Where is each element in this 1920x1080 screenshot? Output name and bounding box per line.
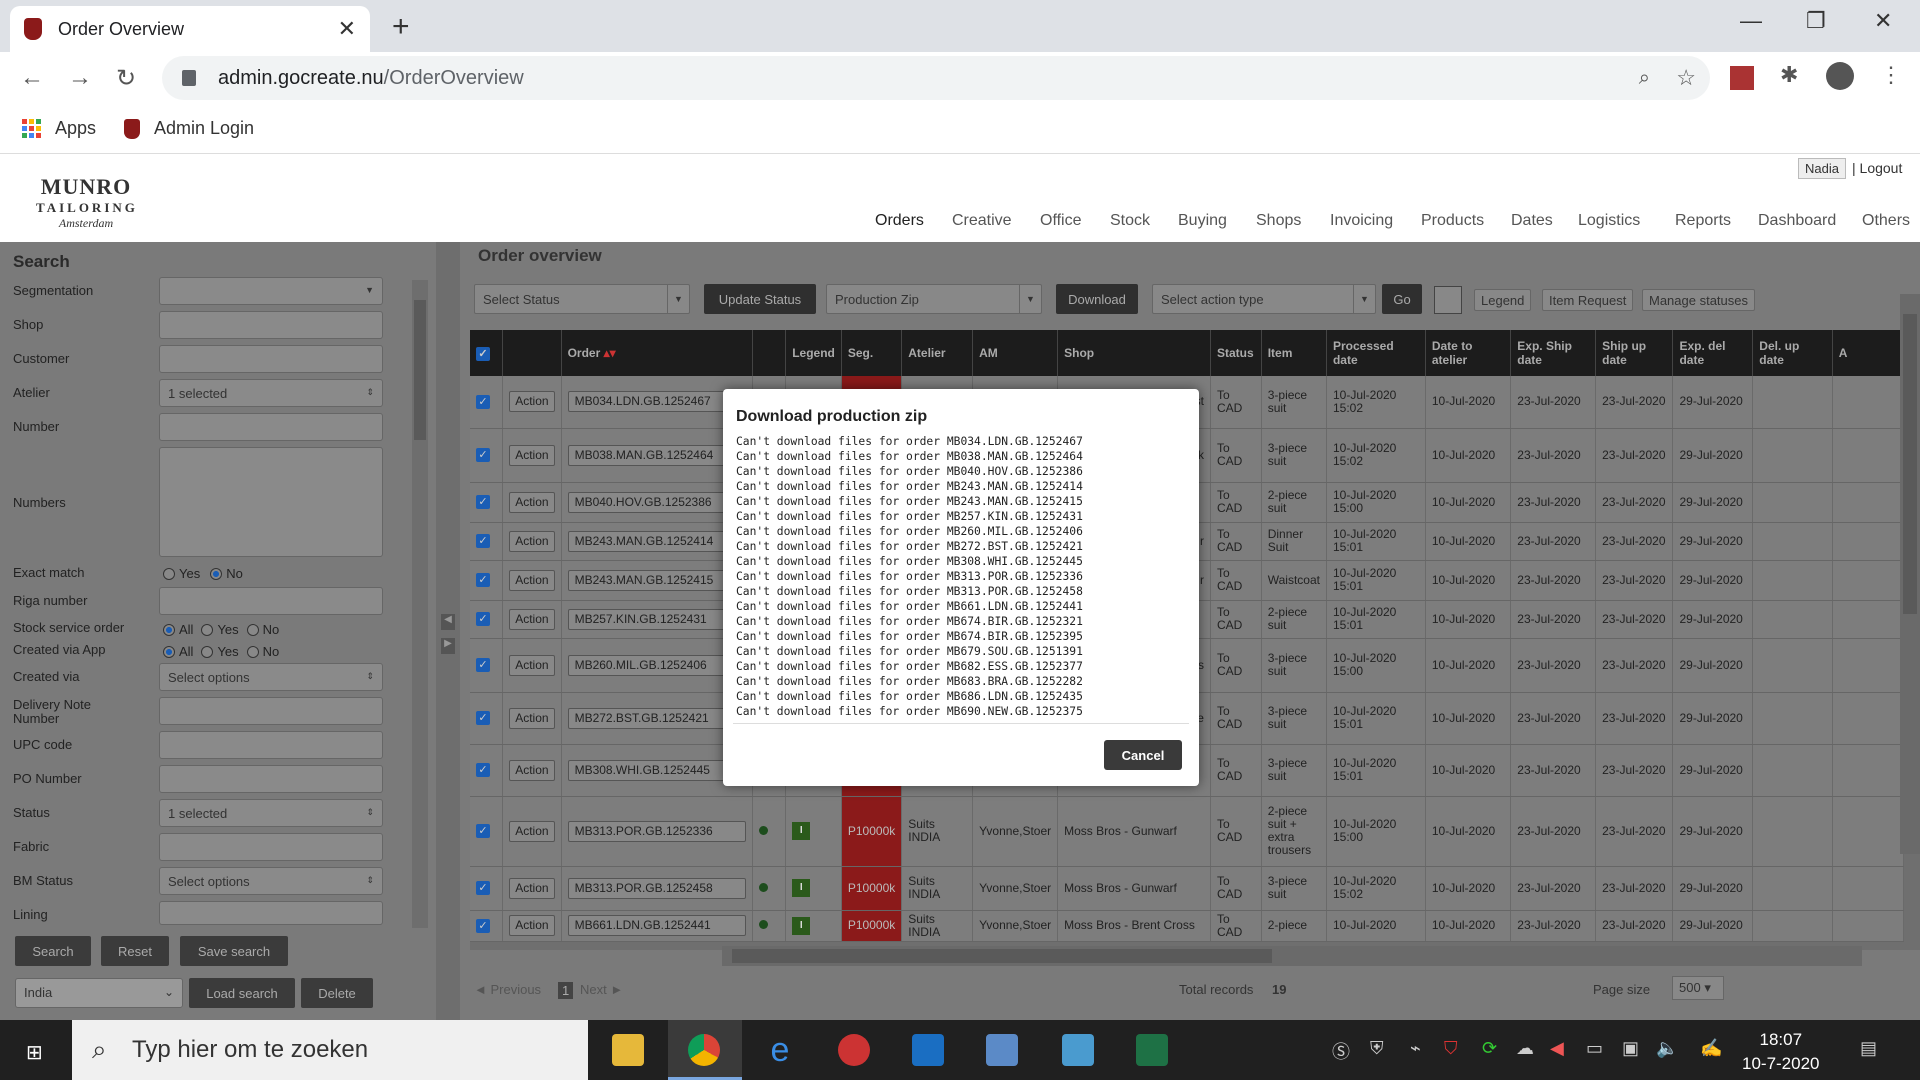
snipping-tool-icon[interactable]	[838, 1034, 870, 1066]
forward-icon[interactable]: →	[68, 64, 92, 92]
menu-icon[interactable]: ⋮	[1880, 62, 1902, 88]
shield-icon[interactable]: ⛉	[1444, 1038, 1458, 1059]
puzzle-icon[interactable]: ✱	[1780, 62, 1798, 88]
speaker-muted-icon[interactable]: ◀	[1550, 1038, 1564, 1059]
close-tab-icon[interactable]: ✕	[338, 16, 356, 42]
profile-icon[interactable]	[1826, 62, 1854, 90]
error-message: Can't download files for order MB034.LDN…	[736, 435, 1083, 448]
file-explorer-icon[interactable]	[612, 1034, 644, 1066]
error-message: Can't download files for order MB682.ESS…	[736, 660, 1083, 673]
extension-icon[interactable]	[1730, 66, 1754, 90]
notifications-icon[interactable]: ▤	[1860, 1038, 1877, 1059]
url-host: admin.gocreate.nu	[218, 66, 384, 89]
browser-tabstrip: Order Overview ✕ + — ❐ ✕	[0, 0, 1920, 52]
sync-icon[interactable]: ⟳	[1482, 1038, 1497, 1059]
site-favicon-icon	[24, 18, 42, 40]
bookmark-admin-login[interactable]: Admin Login	[124, 118, 254, 139]
error-message: Can't download files for order MB690.NEW…	[736, 705, 1083, 718]
url-bar[interactable]: admin.gocreate.nu/OrderOverview ⌕ ☆	[162, 56, 1710, 100]
restore-icon[interactable]: ❐	[1806, 8, 1826, 34]
url-path: /OrderOverview	[383, 66, 524, 89]
search-icon: ⌕	[92, 1034, 107, 1064]
bookmark-label: Apps	[55, 118, 97, 138]
dialog-messages: Can't download files for order MB034.LDN…	[736, 434, 1083, 719]
file-app-icon[interactable]	[1062, 1034, 1094, 1066]
admin-favicon-icon	[124, 118, 140, 139]
dialog-title: Download production zip	[736, 408, 928, 425]
error-message: Can't download files for order MB661.LDN…	[736, 600, 1083, 613]
error-message: Can't download files for order MB257.KIN…	[736, 510, 1083, 523]
back-icon[interactable]: ←	[20, 64, 44, 92]
security-icon[interactable]: ⛨	[1370, 1038, 1384, 1059]
error-message: Can't download files for order MB040.HOV…	[736, 465, 1083, 478]
clock-time: 18:07	[1759, 1030, 1803, 1049]
error-message: Can't download files for order MB679.SOU…	[736, 645, 1083, 658]
cancel-button[interactable]: Cancel	[1104, 740, 1182, 770]
bookmark-apps[interactable]: Apps	[22, 118, 96, 139]
app-icon[interactable]	[986, 1034, 1018, 1066]
network-tool-icon[interactable]: ⌁	[1410, 1038, 1421, 1059]
windows-taskbar: ⊞ ⌕ Typ hier om te zoeken e Ⓢ ⛨ ⌁ ⛉ ⟳ ☁ …	[0, 1020, 1920, 1080]
clock[interactable]: 18:07 10-7-2020	[1742, 1028, 1820, 1076]
bookmark-star-icon[interactable]: ☆	[1676, 65, 1696, 91]
apps-grid-icon	[22, 119, 41, 138]
bookmarks-bar: Apps Admin Login	[0, 104, 1920, 154]
error-message: Can't download files for order MB243.MAN…	[736, 495, 1083, 508]
download-zip-dialog: Download production zip Can't download f…	[723, 389, 1199, 786]
pen-icon[interactable]: ✍	[1700, 1038, 1722, 1059]
zoom-icon[interactable]: ⌕	[1639, 67, 1650, 90]
bookmark-label: Admin Login	[154, 118, 255, 138]
dialog-divider	[733, 723, 1189, 724]
battery-icon[interactable]: ▭	[1586, 1038, 1603, 1059]
error-message: Can't download files for order MB260.MIL…	[736, 525, 1083, 538]
outlook-icon[interactable]	[912, 1034, 944, 1066]
internet-explorer-icon[interactable]: e	[764, 1033, 796, 1067]
excel-icon[interactable]	[1136, 1034, 1168, 1066]
close-window-icon[interactable]: ✕	[1874, 8, 1892, 34]
network-icon[interactable]: ▣	[1622, 1038, 1639, 1059]
error-message: Can't download files for order MB674.BIR…	[736, 615, 1083, 628]
minimize-icon[interactable]: —	[1740, 8, 1762, 34]
error-message: Can't download files for order MB308.WHI…	[736, 555, 1083, 568]
volume-icon[interactable]: 🔈	[1656, 1038, 1678, 1059]
error-message: Can't download files for order MB313.POR…	[736, 570, 1083, 583]
taskbar-search-box[interactable]: ⌕ Typ hier om te zoeken	[72, 1020, 588, 1080]
new-tab-icon[interactable]: +	[392, 10, 410, 44]
tab-title: Order Overview	[58, 18, 185, 39]
lock-icon	[182, 70, 196, 86]
browser-tab[interactable]: Order Overview ✕	[10, 6, 370, 52]
error-message: Can't download files for order MB683.BRA…	[736, 675, 1083, 688]
reload-icon[interactable]: ↻	[116, 64, 136, 93]
chrome-icon[interactable]	[688, 1034, 720, 1066]
skype-icon[interactable]: Ⓢ	[1332, 1038, 1350, 1064]
error-message: Can't download files for order MB674.BIR…	[736, 630, 1083, 643]
error-message: Can't download files for order MB272.BST…	[736, 540, 1083, 553]
cloud-icon[interactable]: ☁	[1516, 1038, 1534, 1059]
error-message: Can't download files for order MB038.MAN…	[736, 450, 1083, 463]
error-message: Can't download files for order MB686.LDN…	[736, 690, 1083, 703]
error-message: Can't download files for order MB243.MAN…	[736, 480, 1083, 493]
windows-start-icon[interactable]: ⊞	[26, 1040, 43, 1065]
clock-date: 10-7-2020	[1742, 1054, 1820, 1073]
error-message: Can't download files for order MB313.POR…	[736, 585, 1083, 598]
search-placeholder: Typ hier om te zoeken	[132, 1036, 369, 1063]
